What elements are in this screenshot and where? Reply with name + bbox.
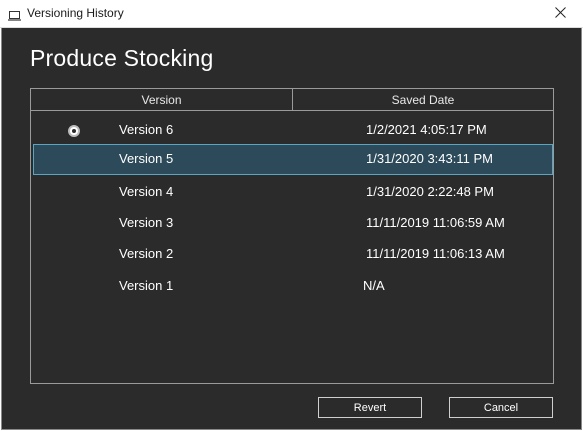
saved-date: 1/31/2020 2:22:48 PM (366, 184, 494, 199)
table-row-version-5[interactable]: Version 5 1/31/2020 3:43:11 PM (33, 144, 553, 175)
revert-button[interactable]: Revert (318, 397, 422, 418)
version-name: Version 2 (119, 246, 174, 261)
table-row-version-3[interactable]: Version 3 11/11/2019 11:06:59 AM (33, 208, 553, 238)
current-version-radio-icon (68, 125, 80, 137)
version-table: Version Saved Date Version 6 1/2/2021 4:… (30, 88, 554, 384)
page-title: Produce Stocking (30, 45, 214, 71)
table-row-version-2[interactable]: Version 2 11/11/2019 11:06:13 AM (33, 239, 553, 269)
saved-date: 11/11/2019 11:06:13 AM (366, 246, 505, 261)
close-button[interactable] (537, 0, 583, 28)
version-name: Version 4 (119, 184, 174, 199)
title-bar: Versioning History (0, 0, 583, 28)
version-name: Version 6 (119, 122, 174, 137)
close-icon (554, 5, 566, 23)
saved-date: 1/31/2020 3:43:11 PM (366, 151, 493, 166)
table-row-version-1[interactable]: Version 1 N/A (33, 271, 553, 301)
column-header-version[interactable]: Version (31, 89, 293, 111)
column-header-saved-date[interactable]: Saved Date (293, 89, 553, 111)
version-name: Version 3 (119, 215, 174, 230)
saved-date: 11/11/2019 11:06:59 AM (366, 215, 505, 230)
cancel-button[interactable]: Cancel (449, 397, 553, 418)
window-app-icon (8, 8, 21, 21)
table-row-version-4[interactable]: Version 4 1/31/2020 2:22:48 PM (33, 177, 553, 207)
version-name: Version 5 (119, 151, 174, 166)
versioning-dialog: Produce Stocking Version Saved Date Vers… (1, 28, 582, 430)
window-title: Versioning History (27, 6, 124, 20)
table-row-version-6[interactable]: Version 6 1/2/2021 4:05:17 PM (33, 115, 553, 145)
saved-date: 1/2/2021 4:05:17 PM (366, 122, 487, 137)
table-header: Version Saved Date (31, 89, 553, 111)
version-name: Version 1 (119, 278, 174, 293)
saved-date: N/A (363, 278, 385, 293)
